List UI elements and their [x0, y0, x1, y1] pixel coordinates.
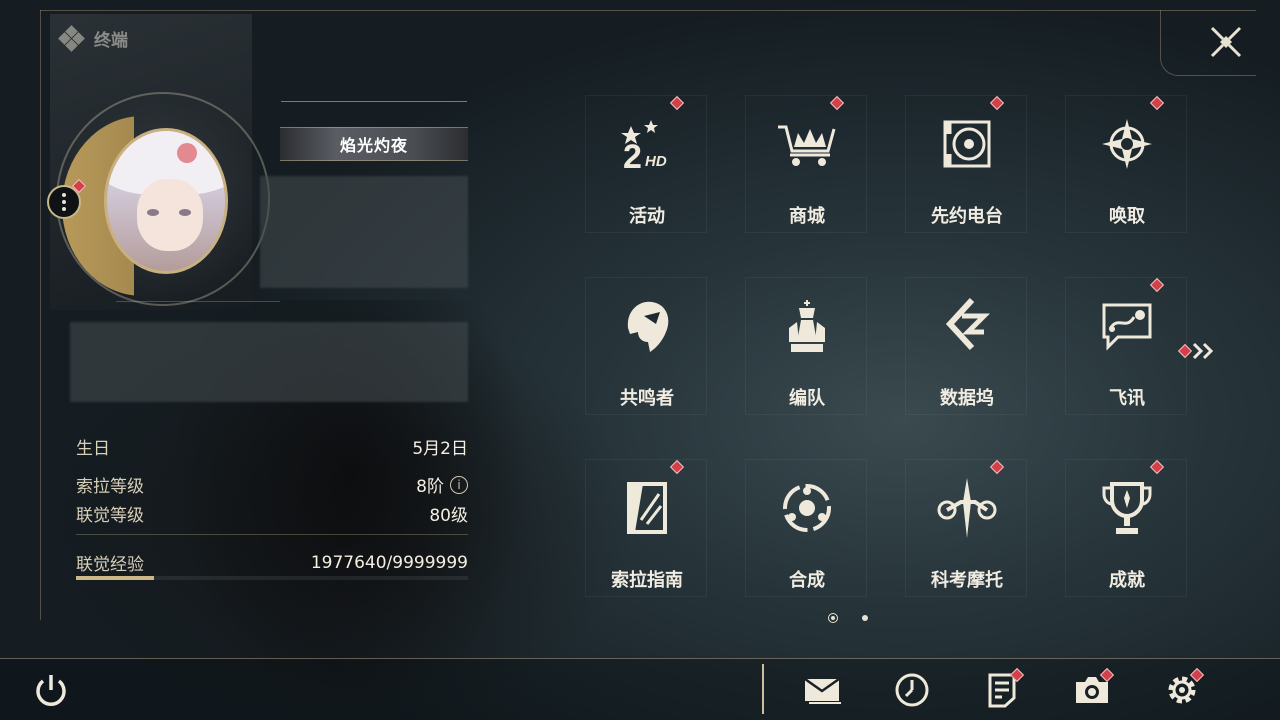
avatar-divider: [116, 301, 280, 302]
avatar[interactable]: [104, 128, 228, 274]
union-exp-progress-bar: [76, 576, 468, 580]
avatar-eye: [147, 209, 159, 216]
menu-tile-label: 合成: [789, 570, 825, 591]
menu-badge: [1149, 95, 1165, 111]
more-dots-icon: [62, 193, 66, 197]
settings-button[interactable]: [1162, 667, 1205, 710]
name-card-banner[interactable]: 焰光灼夜: [280, 127, 468, 161]
menu-tile-label: 索拉指南: [611, 570, 683, 591]
radio-disc-icon: [932, 112, 1002, 176]
frame-line-left: [40, 10, 41, 620]
stat-birthday: 生日 5月2日: [76, 434, 468, 459]
stats-divider: [76, 534, 468, 535]
history-button[interactable]: [892, 670, 932, 710]
menu-tile-label: 活动: [629, 206, 665, 227]
event-2hd-icon: 2 HD: [612, 112, 682, 176]
stat-value: 5月2日: [412, 439, 468, 459]
avatar-eye: [179, 209, 191, 216]
more-dots-icon: [62, 200, 66, 204]
stat-label: 生日: [76, 439, 110, 459]
synthesis-icon: [772, 476, 842, 540]
menu-tile-databank[interactable]: 数据坞: [905, 277, 1027, 415]
trophy-icon: [1092, 476, 1162, 540]
stat-value: 8阶 i: [416, 472, 468, 497]
avatar-flower: [177, 143, 197, 163]
menu-badge: [669, 459, 685, 475]
menu-tile-label: 成就: [1109, 570, 1145, 591]
menu-tile-label: 先约电台: [931, 206, 1003, 227]
name-divider: [281, 101, 467, 102]
more-dots-icon: [62, 207, 66, 211]
next-page-badge: [1177, 343, 1193, 359]
stat-value: 80级: [429, 506, 468, 526]
menu-badge: [989, 95, 1005, 111]
stat-union-level: 联觉等级 80级: [76, 501, 468, 526]
clock-icon: [895, 673, 929, 707]
menu-tile-messages[interactable]: 飞讯: [1065, 277, 1187, 415]
data-bank-icon: [932, 294, 1002, 358]
menu-badge: [1149, 277, 1165, 293]
menu-tile-label: 数据坞: [940, 388, 994, 409]
menu-tile-event[interactable]: 2 HD 活动: [585, 95, 707, 233]
stat-label: 索拉等级: [76, 477, 144, 497]
terminal-menu-grid: 2 HD 活动 商城 先约电台 唤取 共鸣者 编队 数据坞 飞讯 索拉指南 合成…: [585, 95, 1187, 625]
stat-value: 1977640/9999999: [310, 552, 468, 573]
notice-button[interactable]: [982, 667, 1025, 710]
union-exp-progress-fill: [76, 576, 154, 580]
menu-tile-label: 科考摩托: [931, 570, 1003, 591]
message-chat-icon: [1092, 294, 1162, 358]
stat-union-exp: 联觉经验 1977640/9999999: [76, 550, 468, 576]
team-chess-icon: [772, 294, 842, 358]
menu-tile-label: 飞讯: [1109, 388, 1145, 409]
info-icon[interactable]: i: [450, 475, 468, 494]
camera-button[interactable]: [1072, 667, 1115, 710]
menu-tile-label: 编队: [789, 388, 825, 409]
menu-tile-label: 共鸣者: [620, 388, 674, 409]
name-card-title: 焰光灼夜: [339, 136, 408, 155]
page-indicator: [828, 613, 868, 623]
menu-tile-motorcycle[interactable]: 科考摩托: [905, 459, 1027, 597]
stat-label: 联觉等级: [76, 506, 144, 526]
stat-sola-level: 索拉等级 8阶 i: [76, 472, 468, 497]
resonator-head-icon: [612, 294, 682, 358]
menu-badge: [989, 459, 1005, 475]
frame-line-top: [40, 10, 1256, 11]
menu-tile-radio[interactable]: 先约电台: [905, 95, 1027, 233]
toolbar-separator: [762, 664, 764, 714]
hidden-player-info: [260, 176, 468, 288]
mail-icon: [804, 677, 841, 704]
svg-text:HD: HD: [645, 153, 667, 170]
menu-tile-shop[interactable]: 商城: [745, 95, 867, 233]
menu-tile-convene[interactable]: 唤取: [1065, 95, 1187, 233]
menu-tile-label: 商城: [789, 206, 825, 227]
guide-book-icon: [612, 476, 682, 540]
menu-badge: [829, 95, 845, 111]
menu-tile-achievements[interactable]: 成就: [1065, 459, 1187, 597]
sola-level-value: 8阶: [416, 477, 444, 497]
menu-badge: [1149, 459, 1165, 475]
close-icon: [1210, 26, 1242, 58]
mail-button[interactable]: [802, 670, 842, 710]
motorcycle-icon: [932, 476, 1002, 540]
menu-tile-team[interactable]: 编队: [745, 277, 867, 415]
close-button[interactable]: [1208, 24, 1244, 60]
hidden-signature: [70, 322, 468, 402]
menu-badge: [669, 95, 685, 111]
avatar-face: [137, 179, 203, 251]
menu-tile-guide[interactable]: 索拉指南: [585, 459, 707, 597]
menu-tile-label: 唤取: [1109, 206, 1145, 227]
menu-tile-synthesis[interactable]: 合成: [745, 459, 867, 597]
stat-label: 联觉经验: [76, 555, 144, 575]
convene-star-icon: [1092, 112, 1162, 176]
power-icon: [36, 675, 66, 706]
page-dot-active[interactable]: [828, 613, 838, 623]
page-dot[interactable]: [862, 615, 868, 621]
power-button[interactable]: [32, 672, 70, 710]
shop-cart-icon: [772, 112, 842, 176]
next-page-button[interactable]: [1177, 340, 1220, 362]
double-chevron-right-icon: [1192, 342, 1214, 360]
menu-tile-resonator[interactable]: 共鸣者: [585, 277, 707, 415]
